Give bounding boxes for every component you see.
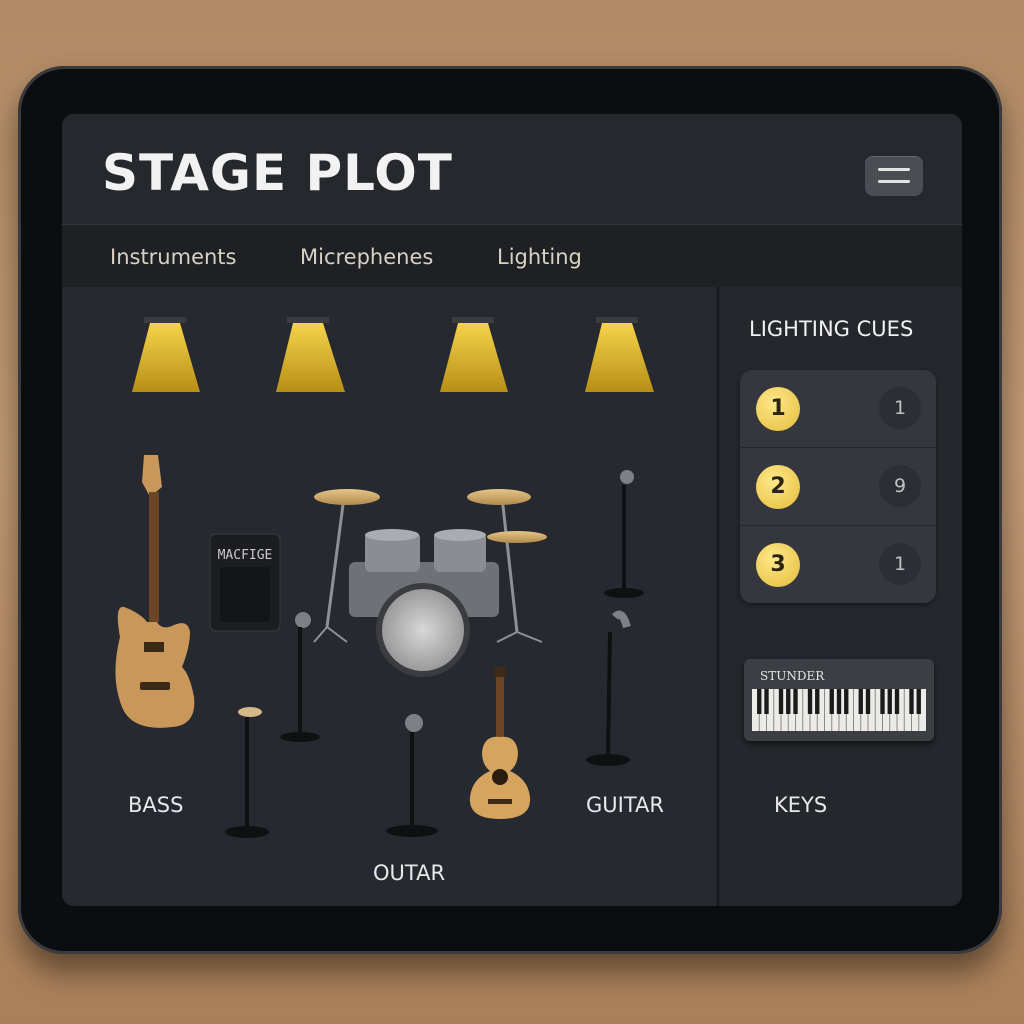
- cue-value-badge[interactable]: 1: [879, 387, 921, 429]
- sidebar: LIGHTING CUES 1 1 2 9 3 1 STUNDER KEYS: [717, 287, 962, 906]
- label-guitar: GUITAR: [586, 793, 664, 817]
- label-keys: KEYS: [774, 793, 828, 817]
- page-title: STAGE PLOT: [102, 144, 453, 202]
- lighting-cues-panel: 1 1 2 9 3 1: [740, 370, 936, 603]
- menu-icon-bar: [878, 180, 910, 183]
- stage-light-2[interactable]: [276, 317, 345, 392]
- header: STAGE PLOT: [62, 114, 962, 225]
- cue-value-badge[interactable]: 1: [879, 543, 921, 585]
- stage-light-4[interactable]: [585, 317, 654, 392]
- cue-value-badge[interactable]: 9: [879, 465, 921, 507]
- amp-label: MACFIGE: [218, 548, 273, 563]
- keyboard-icon[interactable]: STUNDER: [744, 659, 934, 741]
- tab-instruments[interactable]: Instruments: [110, 245, 236, 269]
- cue-number-badge[interactable]: 3: [756, 543, 800, 587]
- menu-button[interactable]: [865, 156, 923, 196]
- stage-area: MACFIGE BASS OUTAR GUITAR: [62, 287, 716, 906]
- menu-icon: [878, 168, 910, 171]
- cue-number-badge[interactable]: 2: [756, 465, 800, 509]
- app-screen: STAGE PLOT Instruments Micrephenes Light…: [62, 114, 962, 906]
- tab-microphones[interactable]: Micrephenes: [300, 245, 433, 269]
- microphone-stand-2[interactable]: [225, 707, 269, 838]
- tab-bar: Instruments Micrephenes Lighting: [62, 225, 962, 287]
- stage-light-3[interactable]: [440, 317, 508, 392]
- label-bass: BASS: [128, 793, 184, 817]
- keyboard-keys: [752, 689, 926, 731]
- microphone-stand-5[interactable]: [586, 610, 631, 766]
- microphone-stand-4[interactable]: [604, 470, 644, 598]
- lighting-cues-title: LIGHTING CUES: [749, 317, 914, 341]
- tab-lighting[interactable]: Lighting: [497, 245, 582, 269]
- cue-number-badge[interactable]: 1: [756, 387, 800, 431]
- stage-light-1[interactable]: [132, 317, 200, 392]
- bass-guitar-icon[interactable]: [115, 455, 195, 728]
- microphone-stand-1[interactable]: [280, 612, 320, 742]
- label-outar: OUTAR: [373, 861, 446, 885]
- cue-row[interactable]: 1 1: [740, 370, 936, 448]
- cue-row[interactable]: 2 9: [740, 448, 936, 526]
- drum-kit-icon[interactable]: [313, 489, 547, 677]
- acoustic-guitar-icon[interactable]: [469, 667, 531, 819]
- microphone-stand-3[interactable]: [386, 714, 438, 837]
- cue-row[interactable]: 3 1: [740, 526, 936, 603]
